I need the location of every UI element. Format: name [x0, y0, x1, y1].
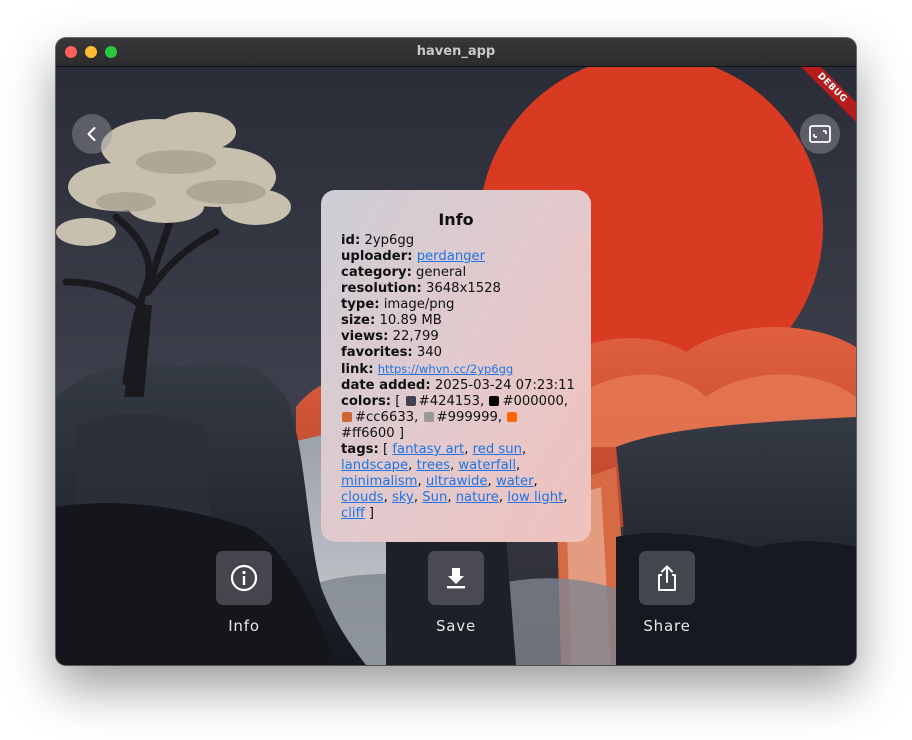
tag-link[interactable]: fantasy art: [392, 442, 464, 457]
info-category-row: category: general: [341, 265, 571, 281]
category-value: general: [416, 265, 467, 280]
info-size-row: size: 10.89 MB: [341, 313, 571, 329]
tag-link[interactable]: cliff: [341, 506, 365, 521]
bracket: [: [395, 394, 401, 409]
save-button[interactable]: [428, 551, 484, 605]
tag-link[interactable]: water: [496, 474, 534, 489]
wallpaper-link[interactable]: https://whvn.cc/2yp6gg: [378, 362, 514, 376]
field-label: link:: [341, 362, 374, 377]
tag-link[interactable]: low light: [507, 490, 563, 505]
color-swatch: [423, 412, 434, 422]
color-hex: #999999,: [436, 410, 503, 425]
info-favorites-row: favorites: 340: [341, 345, 571, 361]
bracket: ]: [398, 426, 405, 441]
save-action[interactable]: Save: [406, 551, 506, 635]
fullscreen-icon: [809, 125, 831, 143]
info-views-row: views: 22,799: [341, 329, 571, 345]
uploader-link[interactable]: perdanger: [417, 249, 485, 264]
field-label: type:: [341, 297, 380, 312]
tag-link[interactable]: nature: [456, 490, 499, 505]
info-uploader-row: uploader: perdanger: [341, 249, 571, 265]
color-hex: #ff6600: [341, 426, 395, 441]
date-added-value: 2025-03-24 07:23:11: [434, 378, 575, 393]
tag-link[interactable]: landscape: [341, 458, 408, 473]
tag-link[interactable]: Sun: [422, 490, 447, 505]
color-entry: #424153,: [405, 394, 485, 409]
info-link-row: link: https://whvn.cc/2yp6gg: [341, 361, 571, 378]
type-value: image/png: [383, 297, 455, 312]
color-entry: #000000,: [488, 394, 568, 409]
bracket: [: [382, 442, 389, 457]
field-label: date added:: [341, 378, 431, 393]
share-label: Share: [643, 617, 691, 635]
info-tags-row: tags: [ fantasy art, red sun, landscape,…: [341, 442, 571, 522]
color-swatch: [342, 412, 352, 422]
info-type-row: type: image/png: [341, 297, 571, 313]
share-icon: [658, 565, 676, 591]
field-label: uploader:: [341, 249, 413, 264]
tag-link[interactable]: minimalism: [341, 474, 418, 489]
field-label: size:: [341, 313, 376, 328]
info-date-row: date added: 2025-03-24 07:23:11: [341, 378, 575, 394]
color-entry: #cc6633,: [341, 410, 418, 425]
wallpaper-viewer: DEBUG Info id: 2yp6gg uploader: perdange…: [56, 67, 856, 665]
info-button[interactable]: [216, 551, 272, 605]
info-label: Info: [228, 617, 260, 635]
fullscreen-button[interactable]: [800, 114, 840, 154]
back-button[interactable]: [72, 114, 112, 154]
resolution-value: 3648x1528: [426, 281, 501, 296]
info-icon: [230, 564, 258, 592]
color-hex: #000000,: [502, 394, 569, 409]
tag-link[interactable]: clouds: [341, 490, 384, 505]
size-value: 10.89 MB: [379, 313, 442, 328]
window-title: haven_app: [416, 44, 496, 59]
field-label: colors:: [341, 394, 392, 409]
color-swatch: [507, 412, 518, 422]
views-value: 22,799: [392, 329, 439, 344]
field-label: resolution:: [341, 281, 422, 296]
info-id-row: id: 2yp6gg: [341, 233, 571, 249]
download-icon: [447, 568, 465, 589]
color-hex: #cc6633,: [355, 410, 419, 425]
color-swatch: [489, 396, 500, 406]
color-swatch: [405, 396, 416, 406]
color-hex: #424153,: [418, 394, 485, 409]
title-bar: haven_app: [56, 38, 856, 67]
tag-link[interactable]: ultrawide: [426, 474, 488, 489]
info-resolution-row: resolution: 3648x1528: [341, 281, 571, 297]
tag-link[interactable]: trees: [417, 458, 450, 473]
info-colors-row: colors: [ #424153, #000000, #cc6633, #99…: [341, 394, 571, 442]
info-panel: Info id: 2yp6gg uploader: perdanger cate…: [321, 190, 591, 542]
bracket: ]: [368, 506, 375, 521]
info-title: Info: [438, 210, 474, 229]
chevron-left-icon: [87, 127, 96, 141]
share-button[interactable]: [639, 551, 695, 605]
tag-link[interactable]: sky: [392, 490, 414, 505]
tag-link[interactable]: red sun: [473, 442, 522, 457]
field-label: tags:: [341, 442, 379, 457]
app-window: haven_app DEBUG Info id: 2yp6gg uploader…: [56, 38, 856, 665]
color-entry: #999999,: [423, 410, 503, 425]
field-label: views:: [341, 329, 389, 344]
favorites-value: 340: [416, 345, 443, 360]
tag-link[interactable]: waterfall: [458, 458, 516, 473]
field-label: favorites:: [341, 345, 413, 360]
share-action[interactable]: Share: [617, 551, 717, 635]
save-label: Save: [435, 617, 477, 635]
field-label: id:: [341, 233, 361, 248]
field-label: category:: [341, 265, 412, 280]
info-action[interactable]: Info: [194, 551, 294, 635]
id-value: 2yp6gg: [364, 233, 415, 248]
